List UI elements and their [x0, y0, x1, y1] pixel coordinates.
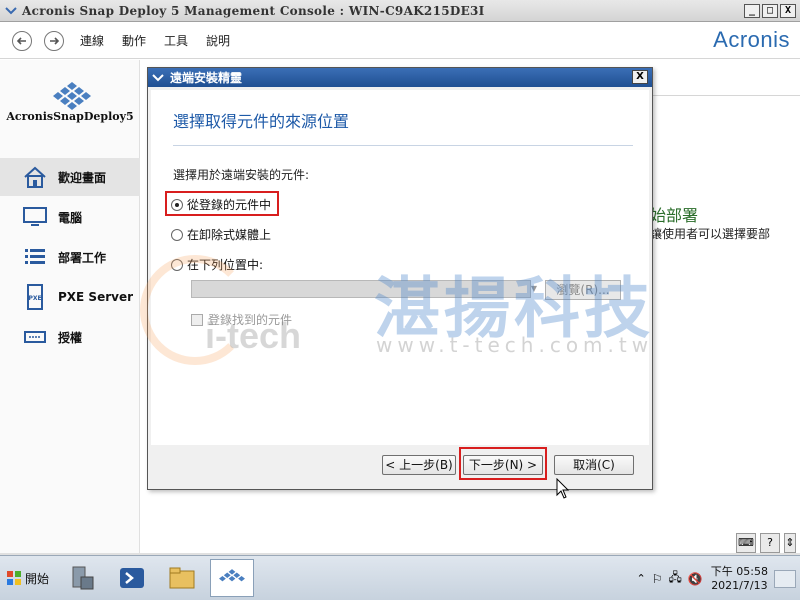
cancel-button[interactable]: 取消(C): [554, 455, 634, 475]
show-desktop-button[interactable]: [774, 569, 796, 588]
option-registered-components[interactable]: 從登錄的元件中: [171, 196, 271, 213]
radio-button[interactable]: [171, 228, 183, 241]
sidebar-item-welcome[interactable]: 歡迎畫面: [0, 158, 140, 196]
windows-logo-icon: [7, 571, 21, 585]
content-divider: [652, 95, 800, 96]
action-center-flag-icon[interactable]: ⚐: [652, 572, 663, 586]
toolbar: 連線 動作 工具 說明 Acronis: [0, 23, 800, 59]
background-section-title: 始部署: [650, 206, 699, 225]
window-menu-icon[interactable]: [5, 6, 17, 15]
sidebar-item-pxe-server[interactable]: PXE PXE Server: [0, 278, 140, 316]
sidebar-item-computers[interactable]: 電腦: [0, 198, 140, 236]
network-icon[interactable]: 🖧: [668, 568, 681, 589]
sidebar-logo-text: AcronisSnapDeploy5: [6, 110, 134, 123]
help-icon[interactable]: ?: [760, 533, 780, 553]
heading-separator: [173, 145, 633, 146]
acronis-brand-logo: Acronis: [713, 27, 790, 52]
taskbar: 開始 ⌃ ⚐ 🖧 🔇 下午 05:58 2021/7/13: [0, 555, 800, 600]
background-section-description: 讓使用者可以選擇要部: [650, 227, 771, 241]
dialog-close-button[interactable]: X: [632, 70, 648, 84]
forward-arrow-icon[interactable]: [44, 30, 64, 51]
next-button[interactable]: 下一步(N) >: [463, 455, 543, 475]
watermark-url: www.t-tech.com.tw: [376, 333, 654, 357]
monitor-icon: [22, 204, 48, 230]
start-button[interactable]: 開始: [2, 564, 52, 592]
clock-time: 下午 05:58: [710, 564, 768, 578]
pxe-server-icon: PXE: [22, 284, 48, 310]
back-arrow-icon[interactable]: [12, 30, 32, 51]
dialog-menu-icon: [152, 73, 164, 81]
menu-help[interactable]: 說明: [206, 32, 230, 49]
clock-date: 2021/7/13: [711, 578, 768, 592]
sidebar-item-label: PXE Server: [58, 290, 133, 304]
scroll-arrows-icon[interactable]: ⇕: [784, 533, 796, 553]
clock[interactable]: 下午 05:58 2021/7/13: [711, 565, 768, 593]
maximize-button[interactable]: □: [762, 4, 778, 18]
show-hidden-icons-chevron-icon[interactable]: ⌃: [636, 572, 645, 585]
keyboard-icon[interactable]: ⌨: [736, 533, 756, 553]
file-explorer-icon[interactable]: [160, 559, 204, 597]
status-help-area: ⌨ ? ⇕: [722, 532, 800, 554]
snap-deploy-taskbar-icon[interactable]: [210, 559, 254, 597]
system-tray: ⌃ ⚐ 🖧 🔇 下午 05:58 2021/7/13: [636, 556, 800, 601]
sidebar-item-label: 授權: [58, 330, 83, 345]
watermark-logo: i-tech: [205, 315, 302, 356]
start-label: 開始: [25, 571, 50, 586]
main-title-bar: Acronis Snap Deploy 5 Management Console…: [0, 0, 800, 22]
powershell-icon[interactable]: [110, 559, 154, 597]
option-label: 在卸除式媒體上: [187, 228, 272, 242]
sidebar-item-deploy-tasks[interactable]: 部署工作: [0, 238, 140, 276]
source-selection-label: 選擇用於遠端安裝的元件:: [173, 168, 310, 182]
window-title: Acronis Snap Deploy 5 Management Console…: [22, 3, 485, 18]
sidebar-item-label: 歡迎畫面: [58, 170, 107, 185]
sidebar-item-license[interactable]: 授權: [0, 318, 140, 356]
volume-muted-icon[interactable]: 🔇: [688, 572, 703, 586]
sidebar-item-label: 部署工作: [58, 250, 107, 265]
close-window-button[interactable]: X: [780, 4, 796, 18]
sidebar-item-label: 電腦: [58, 210, 83, 225]
menu-action[interactable]: 動作: [122, 32, 146, 49]
option-label: 從登錄的元件中: [187, 198, 272, 212]
home-icon: [22, 164, 48, 190]
option-removable-media[interactable]: 在卸除式媒體上: [171, 226, 271, 243]
svg-text:PXE: PXE: [28, 295, 41, 302]
snapdeploy-logo-icon: [53, 82, 91, 110]
radio-button[interactable]: [171, 198, 183, 211]
menu-tools[interactable]: 工具: [164, 32, 188, 49]
license-icon: [22, 324, 48, 350]
mouse-pointer-icon: [556, 478, 570, 499]
window-controls: _ □ X: [744, 4, 796, 18]
server-manager-icon[interactable]: [60, 559, 104, 597]
menu-bar: 連線 動作 工具 說明: [80, 32, 230, 49]
minimize-button[interactable]: _: [744, 4, 760, 18]
dialog-title-bar: 遠端安裝精靈: [148, 68, 652, 87]
sidebar: AcronisSnapDeploy5 歡迎畫面 電腦 部署工作 PXE PXE …: [0, 60, 140, 553]
dialog-title: 遠端安裝精靈: [170, 71, 243, 85]
list-icon: [22, 244, 48, 270]
dialog-heading: 選擇取得元件的來源位置: [173, 112, 350, 131]
back-button[interactable]: < 上一步(B): [382, 455, 456, 475]
menu-connect[interactable]: 連線: [80, 32, 104, 49]
